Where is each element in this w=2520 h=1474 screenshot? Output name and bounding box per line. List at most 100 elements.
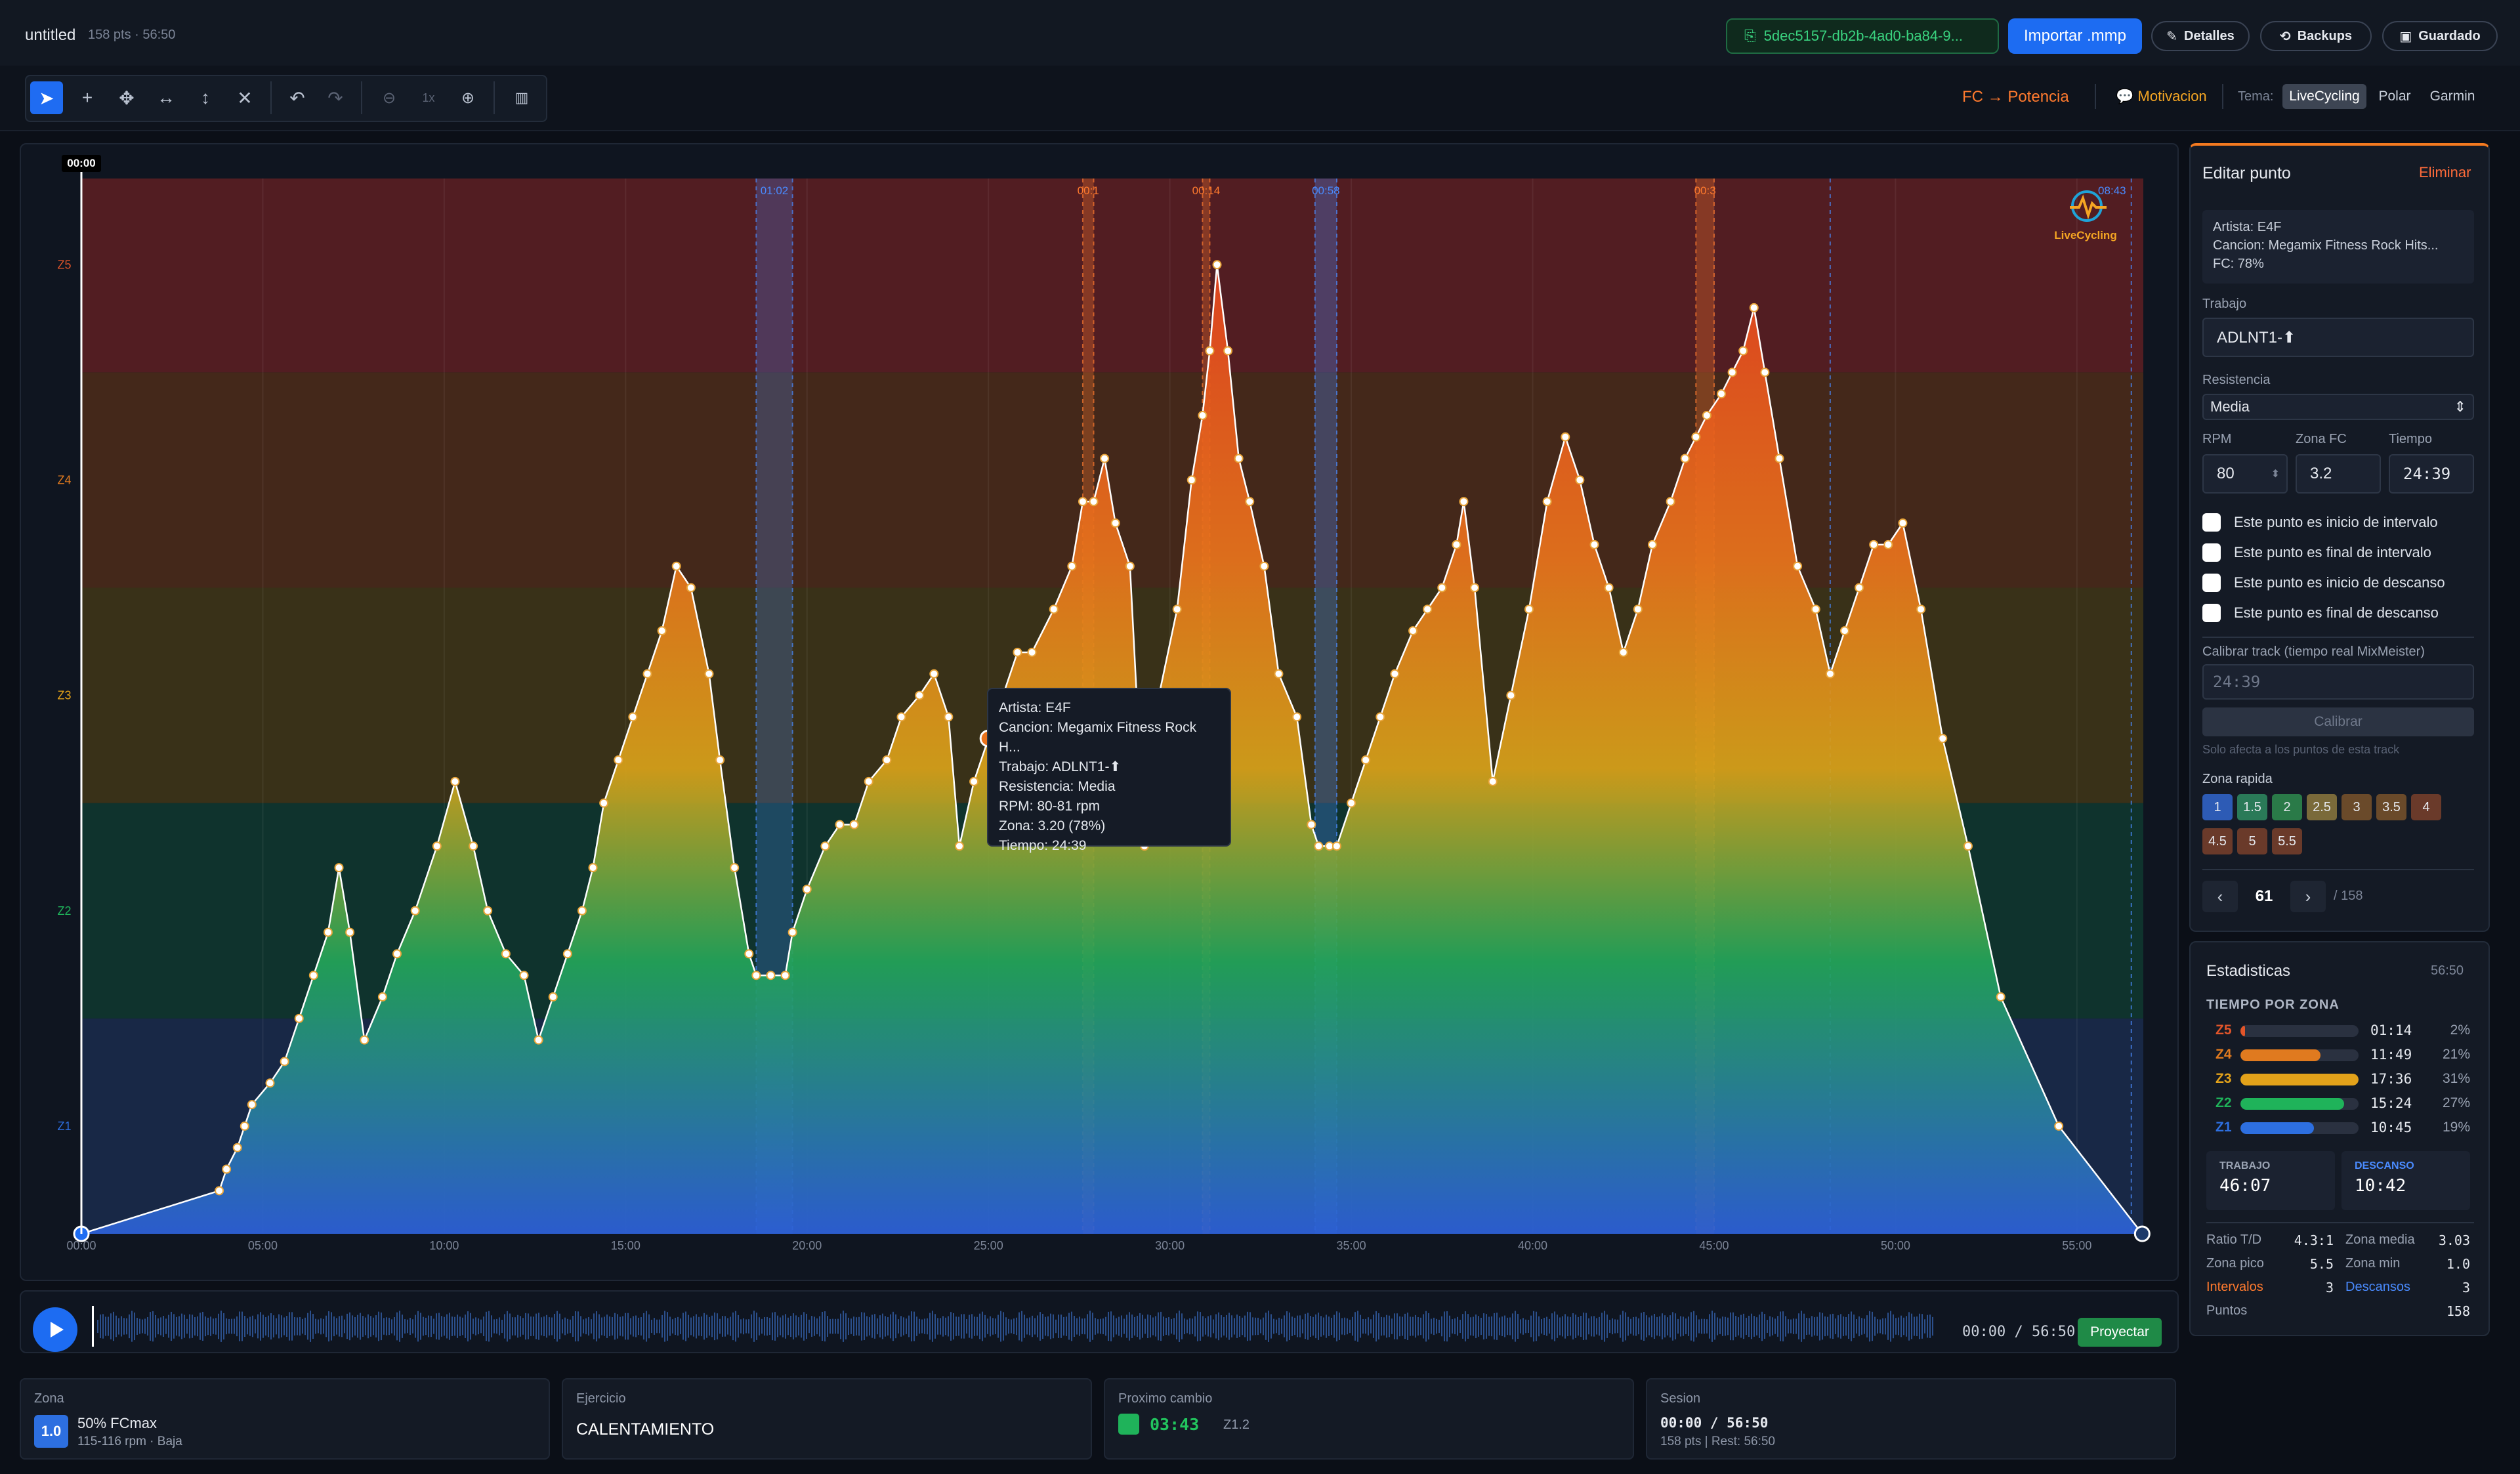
quick-zone-button[interactable]: 4.5: [2202, 828, 2233, 854]
chart-point: [1292, 712, 1302, 722]
chart-point: [1589, 539, 1599, 549]
chart-point: [864, 776, 873, 786]
work-input[interactable]: ADLNT1-⬆: [2202, 318, 2474, 357]
undo-icon[interactable]: ↶: [281, 81, 314, 114]
project-button[interactable]: Proyectar: [2078, 1318, 2162, 1347]
zone-time-bar: [2240, 1074, 2359, 1085]
session-card: Sesion 00:00 / 56:50 158 pts | Rest: 56:…: [1646, 1378, 2176, 1460]
chart-point: [323, 927, 333, 937]
rest-stat: DESCANSO 10:42: [2342, 1151, 2470, 1210]
zone-axis-label: Z2: [57, 904, 71, 917]
resistance-select[interactable]: Media ⇕: [2202, 394, 2474, 420]
quick-zone-button[interactable]: 3: [2342, 794, 2372, 820]
document-meta: 158 pts · 56:50: [88, 28, 176, 42]
quick-zone-button[interactable]: 2.5: [2307, 794, 2337, 820]
livecycling-logo: LiveCycling: [2053, 186, 2118, 245]
vertical-move-icon[interactable]: ↕: [189, 81, 222, 114]
quick-zone-button[interactable]: 2: [2272, 794, 2302, 820]
chart-point: [548, 992, 558, 1002]
zone-time-fill: [2240, 1049, 2321, 1061]
prev-point-button[interactable]: ‹: [2202, 881, 2238, 912]
checkbox[interactable]: [2202, 574, 2221, 592]
waveform[interactable]: [92, 1303, 1949, 1349]
quick-zone-button[interactable]: 3.5: [2376, 794, 2406, 820]
chart-point: [882, 755, 892, 765]
checkbox[interactable]: [2202, 513, 2221, 532]
chart-point: [501, 949, 511, 959]
chart-point: [1100, 453, 1110, 463]
toolbar-divider: [2222, 84, 2223, 109]
backups-button[interactable]: ⟲ Backups: [2260, 21, 2372, 51]
play-button[interactable]: [33, 1307, 77, 1352]
import-mmp-button[interactable]: Importar .mmp: [2008, 18, 2142, 54]
zoom-out-icon[interactable]: ⊖: [373, 81, 406, 114]
quick-zone-button[interactable]: 1.5: [2237, 794, 2267, 820]
rpm-input[interactable]: 80 ⬍: [2202, 454, 2288, 494]
x-tick-label: 45:00: [1699, 1239, 1729, 1252]
quick-zone-button[interactable]: 1: [2202, 794, 2233, 820]
chart-point: [1452, 539, 1461, 549]
add-point-tool-icon[interactable]: +: [71, 81, 104, 114]
theme-polar[interactable]: Polar: [2373, 84, 2416, 109]
exercise-label: Ejercicio: [576, 1391, 626, 1406]
checkbox[interactable]: [2202, 604, 2221, 622]
chart-point: [1078, 497, 1087, 507]
next-point-button[interactable]: ›: [2290, 881, 2326, 912]
chart-point: [450, 776, 460, 786]
chart-point: [562, 949, 572, 959]
chart-point: [614, 755, 623, 765]
zone-time-row: Z2 15:24 27%: [2216, 1093, 2470, 1112]
check-interval-start[interactable]: Este punto es inicio de intervalo: [2202, 513, 2438, 532]
check-interval-end[interactable]: Este punto es final de intervalo: [2202, 543, 2431, 562]
hr-zone-input[interactable]: 3.2: [2296, 454, 2381, 494]
motivation-button[interactable]: 💬 Motivacion: [2116, 88, 2207, 105]
hr-to-power-link[interactable]: FC → Potencia: [1962, 88, 2069, 106]
interval-label: 00:3: [1694, 184, 1716, 197]
check-rest-end[interactable]: Este punto es final de descanso: [2202, 604, 2439, 622]
stats-chart-icon[interactable]: ▥: [505, 81, 538, 114]
zone-axis-label: Z3: [57, 689, 71, 702]
zoom-in-icon[interactable]: ⊕: [452, 81, 484, 114]
theme-livecycling[interactable]: LiveCycling: [2282, 84, 2366, 109]
chart-point: [1680, 453, 1690, 463]
move-tool-icon[interactable]: ✥: [110, 81, 143, 114]
zone-time-fill: [2240, 1098, 2345, 1110]
chart-point: [896, 712, 906, 722]
chart-point: [1223, 346, 1233, 356]
zoom-level: 1x: [422, 91, 435, 104]
chart-point: [1717, 389, 1727, 399]
playhead-time: 00:00: [62, 155, 101, 172]
theme-garmin[interactable]: Garmin: [2423, 84, 2482, 109]
checkbox[interactable]: [2202, 543, 2221, 562]
details-button[interactable]: ✎ Detalles: [2151, 21, 2250, 51]
calibrate-button[interactable]: Calibrar: [2202, 707, 2474, 736]
document-title[interactable]: untitled: [25, 26, 75, 45]
chart-point: [410, 906, 420, 916]
time-input[interactable]: 24:39: [2389, 454, 2474, 494]
session-id-chip[interactable]: ⎘ 5dec5157-db2b-4ad0-ba84-9...: [1726, 18, 1999, 54]
chart-point: [1259, 561, 1269, 571]
current-zone-card: Zona 1.0 50% FCmax 115-116 rpm · Baja: [20, 1378, 550, 1460]
stepper-icon[interactable]: ⬍: [2271, 467, 2280, 480]
horizontal-move-icon[interactable]: ↔: [150, 81, 182, 114]
chart-point: [1049, 604, 1059, 614]
select-tool-icon[interactable]: ➤: [30, 81, 63, 114]
ratio-value: 4.3:1: [2294, 1232, 2334, 1248]
zone-time-fill: [2240, 1122, 2314, 1134]
quick-zone-button[interactable]: 4: [2411, 794, 2441, 820]
delete-tool-icon[interactable]: ✕: [228, 81, 261, 114]
chart-point: [1437, 583, 1447, 593]
chart-point: [744, 949, 754, 959]
chart-point: [915, 690, 925, 700]
quick-zone-button[interactable]: 5.5: [2272, 828, 2302, 854]
stats-total: 56:50: [2431, 963, 2464, 978]
delete-point-button[interactable]: Eliminar: [2419, 164, 2471, 181]
check-rest-start[interactable]: Este punto es inicio de descanso: [2202, 574, 2445, 592]
chart-point: [2054, 1121, 2064, 1131]
disk-icon: ▣: [2399, 29, 2412, 44]
chart-point: [788, 927, 797, 937]
saved-button[interactable]: ▣ Guardado: [2382, 21, 2498, 51]
redo-icon[interactable]: ↷: [319, 81, 352, 114]
calibrate-input[interactable]: 24:39: [2202, 664, 2474, 700]
quick-zone-button[interactable]: 5: [2237, 828, 2267, 854]
